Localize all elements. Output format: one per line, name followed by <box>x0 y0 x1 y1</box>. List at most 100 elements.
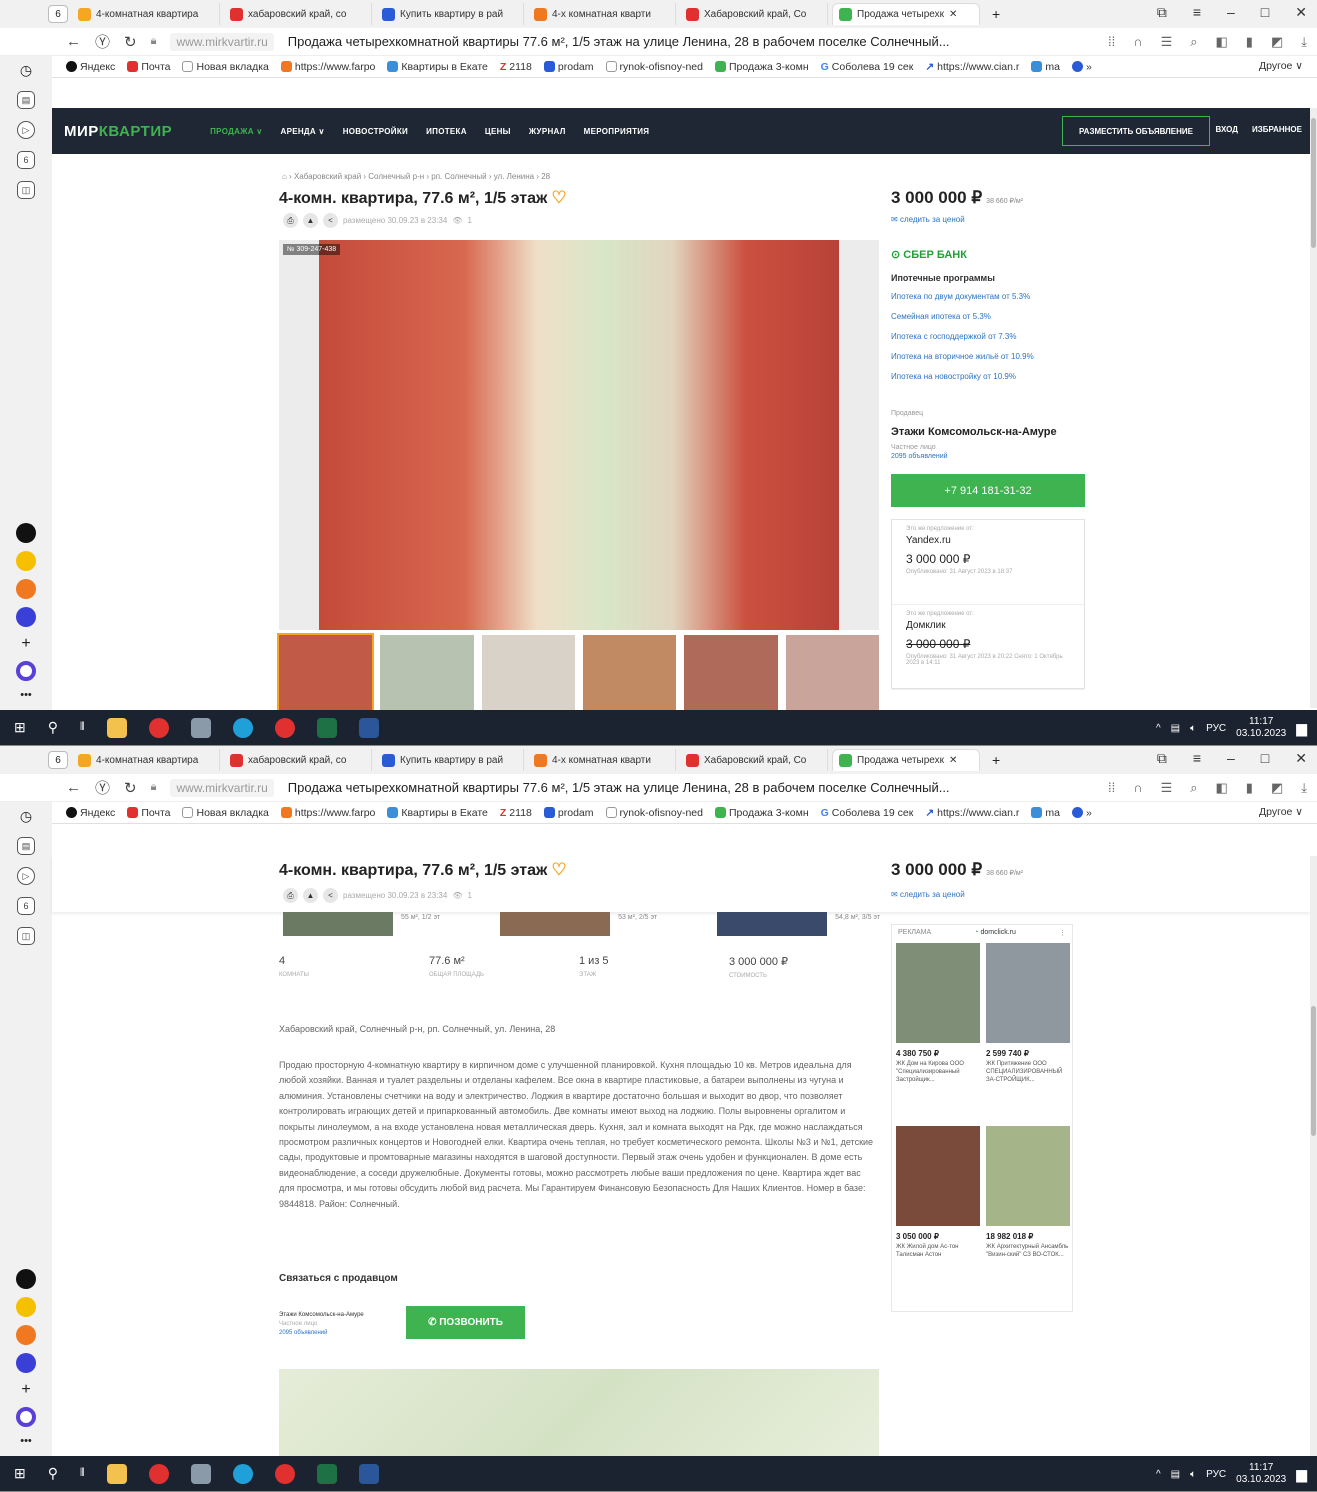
alice-icon[interactable] <box>16 1407 36 1427</box>
word-icon[interactable] <box>358 717 379 738</box>
menu-prices[interactable]: ЦЕНЫ <box>485 127 511 136</box>
tab-4[interactable]: 4-х комнатная кварти <box>528 749 676 771</box>
alice-icon[interactable] <box>16 661 36 681</box>
ad-card[interactable]: 18 982 018 ₽ ЖК Архитектурный Ансамбль "В… <box>986 1126 1070 1303</box>
extension-icon[interactable]: ◧ <box>1216 780 1228 796</box>
bookmark-item[interactable]: ↗ https://www.cian.r <box>925 61 1019 73</box>
share-icon[interactable]: < <box>323 888 338 903</box>
tab-6-active[interactable]: Продажа четырехк ✕ <box>832 3 980 25</box>
tab-1[interactable]: 4-комнатная квартира <box>72 749 220 771</box>
back-icon[interactable]: ← <box>66 33 81 50</box>
menu-events[interactable]: МЕРОПРИЯТИЯ <box>584 127 650 136</box>
ad-menu-icon[interactable]: ⋮ <box>1059 929 1066 937</box>
print-icon[interactable]: ⎙ <box>283 213 298 228</box>
extension-icon[interactable]: ◧ <box>1216 34 1228 50</box>
screenshot-icon[interactable]: ◫ <box>17 181 35 199</box>
translate-icon[interactable]: ⌕ <box>1190 34 1197 50</box>
source-name[interactable]: Yandex.ru <box>906 535 1070 546</box>
clock[interactable]: 11:17 03.10.2023 <box>1236 1462 1286 1486</box>
menu-mortgage[interactable]: ИПОТЕКА <box>426 127 467 136</box>
collections-icon[interactable]: ◩ <box>1271 34 1283 50</box>
similar-listing-image[interactable] <box>717 912 828 936</box>
phone-button[interactable]: +7 914 181-31-32 <box>891 474 1085 507</box>
bookmark-item[interactable]: ma <box>1031 807 1060 819</box>
search-icon[interactable]: ⚲ <box>48 719 58 736</box>
download-icon[interactable]: ⤓ <box>1301 780 1307 796</box>
menu-newbuild[interactable]: НОВОСТРОЙКИ <box>343 127 408 136</box>
collections-icon[interactable]: ◩ <box>1271 780 1283 796</box>
bookmark-item[interactable]: rynok-ofisnoy-ned <box>605 807 703 819</box>
tray-chevron-icon[interactable]: ^ <box>1156 723 1161 734</box>
ad-card[interactable]: 4 380 750 ₽ ЖК Дом на Кирова ООО "Специал… <box>896 943 980 1120</box>
qr-icon[interactable]: ⁞⁞ <box>1108 34 1115 50</box>
scroll-thumb[interactable] <box>1311 118 1316 248</box>
bookmark-icon[interactable]: ▮ <box>1246 34 1253 50</box>
thumbnail[interactable] <box>684 635 778 711</box>
menu-rent[interactable]: АРЕНДА ∨ <box>281 127 325 136</box>
tab-3[interactable]: Купить квартиру в рай <box>376 3 524 25</box>
yandex-icon[interactable] <box>274 1463 295 1484</box>
print-icon[interactable]: ⎙ <box>283 888 298 903</box>
bookmark-item[interactable]: G Соболева 19 сек <box>821 807 914 819</box>
tabs-menu-icon[interactable]: ⧉ <box>1157 4 1167 21</box>
ad-card[interactable]: 2 599 740 ₽ ЖК Притяжение ООО СПЕЦИАЛИЗИР… <box>986 943 1070 1120</box>
bookmark-item[interactable]: Новая вкладка <box>182 807 269 819</box>
app-icon[interactable] <box>16 1325 36 1345</box>
page-scrollbar[interactable] <box>1310 856 1317 1456</box>
url-field[interactable]: www.mirkvartir.ru <box>170 32 274 51</box>
close-window-icon[interactable]: ✕ <box>1295 4 1307 21</box>
network-icon[interactable]: ▤ <box>1171 1469 1180 1480</box>
close-tab-icon[interactable]: ✕ <box>949 755 957 766</box>
share-icon[interactable]: < <box>323 213 338 228</box>
download-icon[interactable]: ⤓ <box>1301 34 1307 50</box>
bookmarks-overflow[interactable]: » <box>1072 61 1092 73</box>
contact-seller-name[interactable]: Этажи Комсомольск-на-Амуре <box>279 1312 364 1318</box>
other-bookmarks[interactable]: Другое ∨ <box>1259 806 1303 818</box>
menu-sale[interactable]: ПРОДАЖА ∨ <box>210 127 262 136</box>
yandex-browser-icon[interactable] <box>148 717 169 738</box>
tray-chevron-icon[interactable]: ^ <box>1156 1469 1161 1480</box>
app-icon[interactable] <box>16 1353 36 1373</box>
volume-icon[interactable]: 🔈︎ <box>1190 723 1196 734</box>
add-app-icon[interactable]: + <box>21 1381 30 1399</box>
mortgage-link[interactable]: Ипотека по двум документам от 5.3% <box>891 292 1034 301</box>
bookmark-item[interactable]: Почта <box>127 807 170 819</box>
bookmark-item[interactable]: Z 2118 <box>500 807 532 819</box>
bookmark-item[interactable]: rynok-ofisnoy-ned <box>605 61 703 73</box>
notifications-icon[interactable]: ▆ <box>1296 720 1307 737</box>
screenshot-icon[interactable]: ◫ <box>17 927 35 945</box>
edge-icon[interactable] <box>232 717 253 738</box>
source-name[interactable]: Домклик <box>906 620 1070 631</box>
yandex-browser-icon[interactable] <box>148 1463 169 1484</box>
follow-price-link[interactable]: ✉ следить за ценой <box>891 215 965 224</box>
app-icon[interactable] <box>190 1463 211 1484</box>
menu-icon[interactable]: ≡ <box>1193 4 1201 21</box>
location-map[interactable] <box>279 1369 879 1457</box>
favorite-heart-icon[interactable]: ♡ <box>551 188 566 207</box>
bookmarks-overflow[interactable]: » <box>1072 807 1092 819</box>
play-icon[interactable]: ▷ <box>17 121 35 139</box>
thumbnail[interactable] <box>276 633 375 713</box>
breadcrumb[interactable]: ⌂ › Хабаровский край › Солнечный р-н › р… <box>282 172 550 181</box>
add-app-icon[interactable]: + <box>21 635 30 653</box>
tab-5[interactable]: Хабаровский край, Со <box>680 749 828 771</box>
bookmark-item[interactable]: https://www.farpo <box>280 807 375 819</box>
reload-icon[interactable]: ↻ <box>124 779 137 797</box>
word-icon[interactable] <box>358 1463 379 1484</box>
start-icon[interactable]: ⊞ <box>14 719 26 736</box>
app-icon[interactable] <box>190 717 211 738</box>
explorer-icon[interactable] <box>106 1463 127 1484</box>
headphones-icon[interactable]: ∩ <box>1133 780 1142 796</box>
bookmark-item[interactable]: Квартиры в Екате <box>387 61 488 73</box>
new-tab-button[interactable]: + <box>992 6 1000 22</box>
more-icon[interactable]: ••• <box>20 689 32 701</box>
history-icon[interactable]: ◷ <box>20 62 32 79</box>
app-icon[interactable] <box>16 551 36 571</box>
volume-icon[interactable]: 🔈︎ <box>1190 1469 1196 1480</box>
ad-card[interactable]: 3 050 000 ₽ ЖК Жилой дом Ас-тон Талисман … <box>896 1126 980 1303</box>
thumbnail[interactable] <box>785 635 879 711</box>
menu-icon[interactable]: ≡ <box>1193 750 1201 767</box>
notes-icon[interactable]: ▤ <box>17 837 35 855</box>
report-icon[interactable]: ▲ <box>303 213 318 228</box>
photo-gallery[interactable]: № 309-247-438 <box>279 240 879 630</box>
